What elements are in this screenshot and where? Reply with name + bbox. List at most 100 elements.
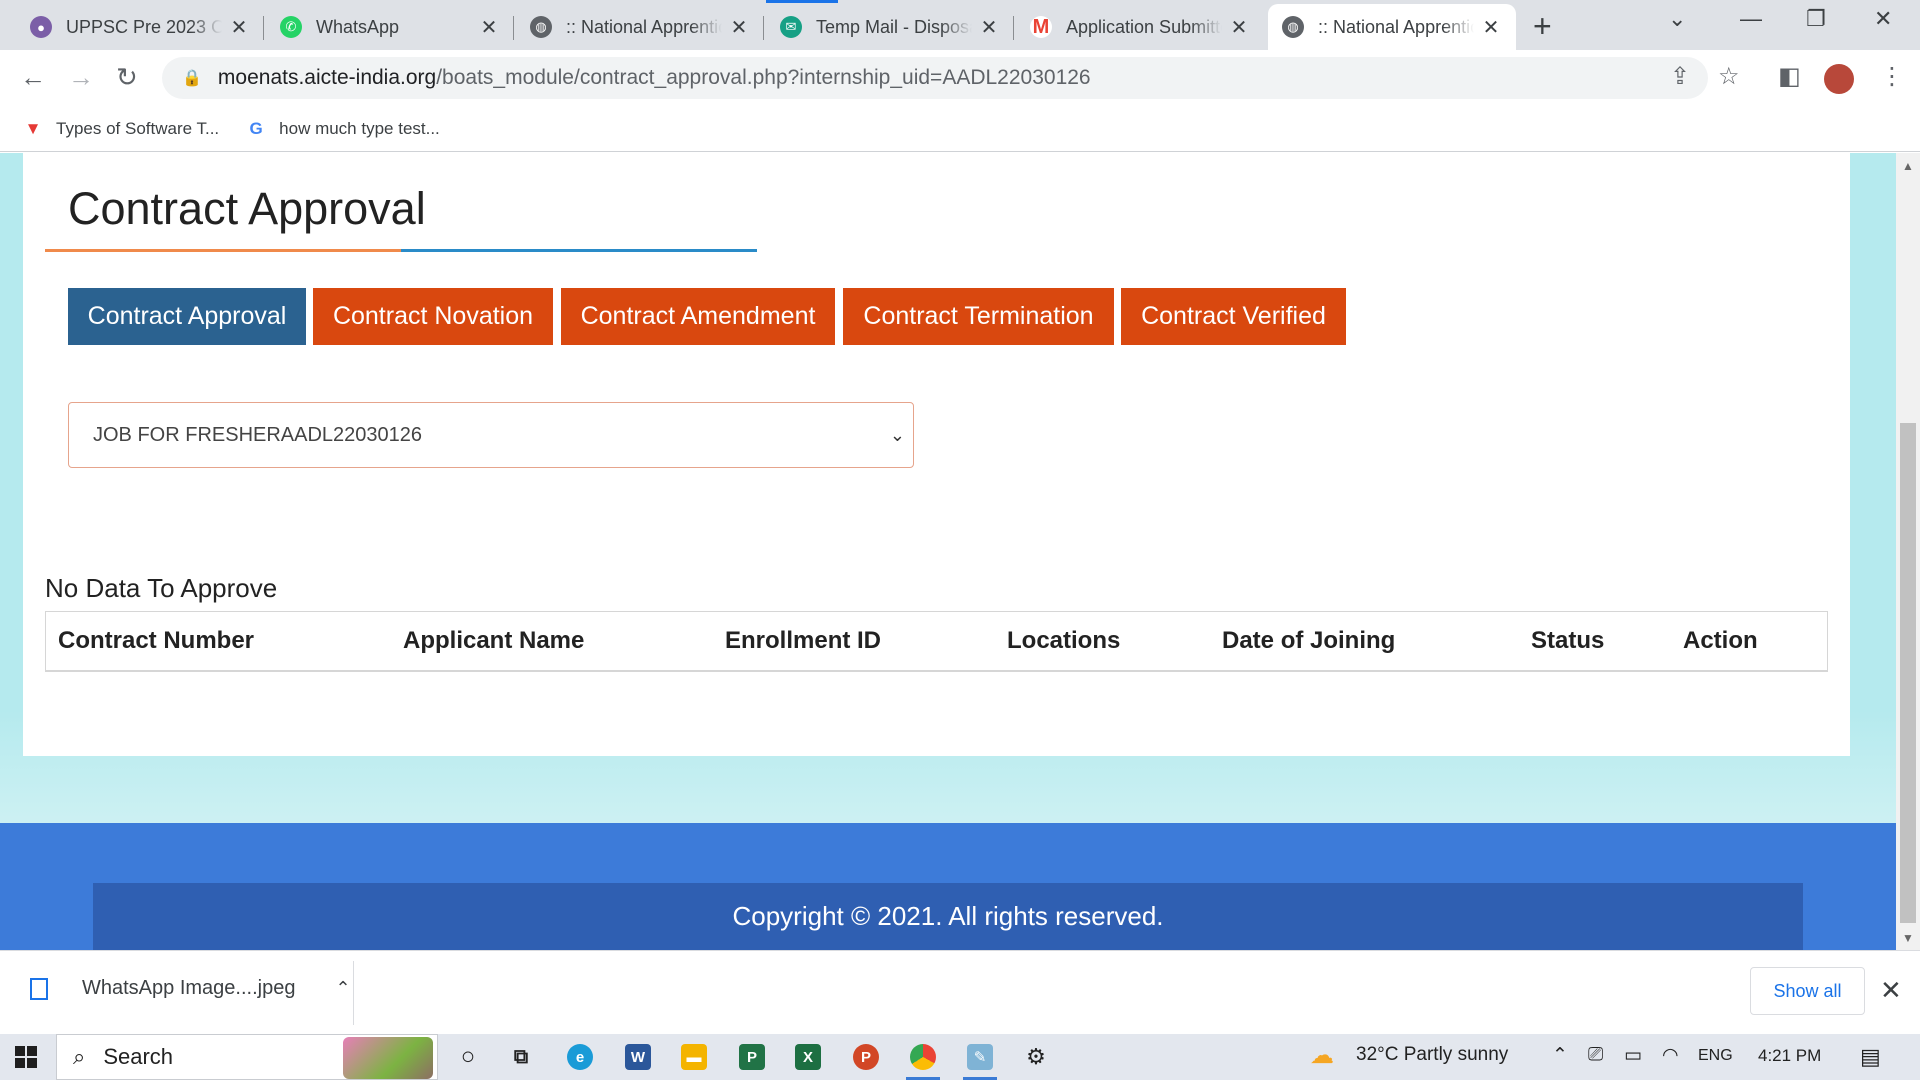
excel-icon[interactable]: X <box>795 1044 821 1070</box>
project-icon[interactable]: P <box>739 1044 765 1070</box>
globe-icon: ◍ <box>1282 16 1304 38</box>
close-tab-icon[interactable]: ✕ <box>728 15 750 40</box>
column-header: Status <box>1531 627 1605 654</box>
reload-icon[interactable]: ↻ <box>116 62 138 93</box>
settings-gear-icon[interactable]: ⚙ <box>1023 1044 1049 1070</box>
meet-now-icon[interactable]: ⎚ <box>1588 1044 1603 1066</box>
powerpoint-icon[interactable]: P <box>853 1044 879 1070</box>
close-tab-icon[interactable]: ✕ <box>978 15 1000 40</box>
column-header: Contract Number <box>58 627 255 654</box>
chevron-down-icon: ⌄ <box>889 425 905 445</box>
tab-contract-novation[interactable]: Contract Novation <box>313 288 553 345</box>
tab-contract-termination[interactable]: Contract Termination <box>843 288 1114 345</box>
scroll-up-icon[interactable]: ▲ <box>1902 159 1914 173</box>
lock-icon: 🔒 <box>182 70 202 87</box>
weather-icon[interactable]: ☁ <box>1310 1041 1334 1070</box>
globe-icon: ◍ <box>530 16 552 38</box>
chevron-up-icon[interactable]: ⌃ <box>335 978 350 999</box>
url-domain: moenats.aicte-india.org <box>217 66 437 89</box>
bookmark-label: Types of Software T... <box>56 118 220 138</box>
task-view-icon[interactable]: ⧉ <box>508 1044 534 1070</box>
tab-title: Temp Mail - Disposable <box>816 16 972 37</box>
internship-select[interactable]: JOB FOR FRESHERAADL22030126 ⌄ <box>68 402 914 468</box>
bookmark-star-icon[interactable]: ☆ <box>1718 62 1740 91</box>
notepad-icon[interactable]: ✎ <box>963 1044 997 1080</box>
column-header: Applicant Name <box>403 627 585 654</box>
column-header: Action <box>1683 627 1758 654</box>
tab-separator <box>263 16 264 40</box>
browser-toolbar: ← → ↻ 🔒 moenats.aicte-india.org/boats_mo… <box>0 50 1920 106</box>
scroll-down-icon[interactable]: ▼ <box>1902 931 1914 945</box>
uppsc-icon: ● <box>30 16 52 38</box>
close-tab-icon[interactable]: ✕ <box>1228 15 1250 40</box>
vertical-scrollbar[interactable]: ▲ ▼ <box>1896 153 1920 950</box>
wifi-icon[interactable]: ◠ <box>1662 1044 1679 1067</box>
cortana-icon[interactable]: ○ <box>455 1043 481 1070</box>
column-header: Enrollment ID <box>725 627 882 654</box>
tab-title: :: National Apprenticeship <box>1318 16 1474 37</box>
weather-text[interactable]: 32°C Partly sunny <box>1356 1044 1508 1066</box>
close-tab-icon[interactable]: ✕ <box>1480 15 1502 40</box>
bookmark-item[interactable]: ▼ Types of Software T... <box>22 118 220 140</box>
word-icon[interactable]: W <box>625 1044 651 1070</box>
profile-avatar[interactable] <box>1824 64 1854 94</box>
bookmark-item[interactable]: G how much type test... <box>245 118 440 140</box>
share-icon[interactable]: ⇪ <box>1670 62 1690 91</box>
title-underline-blue <box>401 249 757 252</box>
title-underline-orange <box>45 249 401 252</box>
divider <box>353 961 354 1025</box>
new-tab-icon[interactable]: + <box>1533 8 1552 45</box>
tab-search-icon[interactable]: ⌄ <box>1668 6 1686 32</box>
column-header: Date of Joining <box>1222 627 1396 654</box>
back-icon[interactable]: ← <box>20 62 46 93</box>
column-header: Locations <box>1007 627 1121 654</box>
triangle-logo-icon: ▼ <box>24 118 42 138</box>
close-tab-icon[interactable]: ✕ <box>478 15 500 40</box>
forward-icon[interactable]: → <box>68 62 94 93</box>
windows-start-icon[interactable] <box>15 1046 37 1068</box>
browser-tab[interactable]: M Application Submitted ✕ <box>1016 4 1264 50</box>
chrome-icon[interactable] <box>906 1044 940 1080</box>
close-tab-icon[interactable]: ✕ <box>228 15 250 40</box>
no-data-message: No Data To Approve <box>45 573 278 603</box>
menu-icon[interactable]: ⋮ <box>1880 62 1904 91</box>
image-file-icon <box>30 977 48 1000</box>
bookmark-label: how much type test... <box>279 118 440 138</box>
edge-icon[interactable]: e <box>567 1044 593 1070</box>
search-icon: ⌕ <box>73 1044 86 1069</box>
restore-icon[interactable]: ❐ <box>1806 6 1826 32</box>
close-window-icon[interactable]: ✕ <box>1874 6 1892 32</box>
tab-separator <box>1013 16 1014 40</box>
tab-contract-verified[interactable]: Contract Verified <box>1121 288 1346 345</box>
side-panel-icon[interactable]: ◧ <box>1778 62 1801 91</box>
browser-tab[interactable]: ● UPPSC Pre 2023 Online ✕ <box>16 4 264 50</box>
content-card: Contract Approval Contract Approval Cont… <box>23 153 1850 756</box>
close-download-bar-icon[interactable]: ✕ <box>1880 975 1902 1006</box>
copyright-text: Copyright © 2021. All rights reserved. <box>93 883 1803 950</box>
gmail-icon: M <box>1030 16 1052 38</box>
tab-title: WhatsApp <box>316 16 400 37</box>
tab-contract-approval[interactable]: Contract Approval <box>68 288 306 345</box>
taskbar-search[interactable]: ⌕ Search <box>56 1034 438 1080</box>
chevron-up-icon[interactable]: ⌃ <box>1552 1044 1568 1067</box>
scrollbar-thumb[interactable] <box>1900 423 1916 923</box>
clock[interactable]: 4:21 PM <box>1758 1046 1821 1066</box>
notification-icon[interactable]: ▤ <box>1860 1044 1881 1070</box>
battery-icon[interactable]: ▭ <box>1624 1044 1642 1067</box>
browser-tab[interactable]: ◍ :: National Apprenticeship ✕ <box>516 4 764 50</box>
browser-tab[interactable]: ✉ Temp Mail - Disposable ✕ <box>766 0 1014 50</box>
file-explorer-icon[interactable]: ▬ <box>681 1044 707 1070</box>
browser-tab-active[interactable]: ◍ :: National Apprenticeship ✕ <box>1268 4 1516 50</box>
google-icon: G <box>249 118 263 138</box>
tab-title: :: National Apprenticeship <box>566 16 722 37</box>
address-bar[interactable]: 🔒 moenats.aicte-india.org/boats_module/c… <box>162 57 1708 99</box>
tab-contract-amendment[interactable]: Contract Amendment <box>561 288 835 345</box>
whatsapp-icon: ✆ <box>280 16 302 38</box>
bookmarks-bar: ▼ Types of Software T... G how much type… <box>0 106 1920 152</box>
minimize-icon[interactable]: — <box>1740 6 1762 32</box>
download-item[interactable]: WhatsApp Image....jpeg ⌃ <box>30 977 351 1000</box>
contracts-table: Contract Number Applicant Name Enrollmen… <box>45 611 1828 672</box>
language-indicator[interactable]: ENG <box>1698 1047 1733 1065</box>
browser-tab[interactable]: ✆ WhatsApp ✕ <box>266 4 514 50</box>
show-all-button[interactable]: Show all <box>1750 967 1865 1015</box>
